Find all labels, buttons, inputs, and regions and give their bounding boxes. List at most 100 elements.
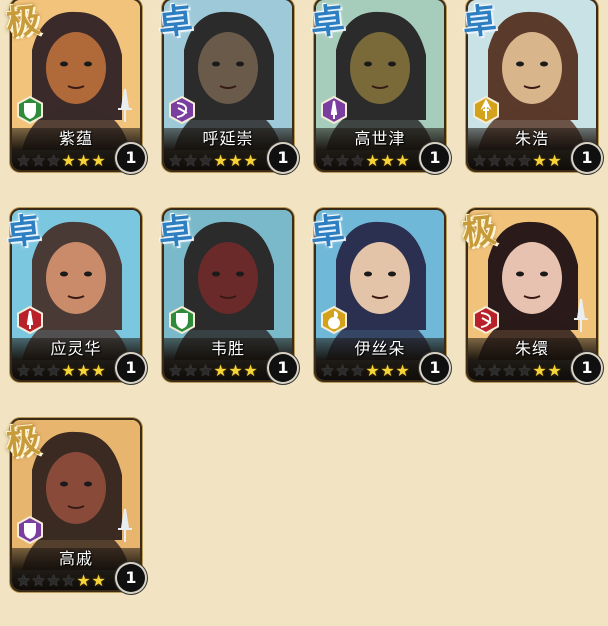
star-empty-icon: ★ xyxy=(168,361,183,380)
dagger-icon xyxy=(320,95,348,125)
hero-card[interactable]: 应灵华 ★★★★★★ 卓 1 xyxy=(4,210,145,394)
star-empty-icon: ★ xyxy=(46,571,61,590)
star-filled-icon: ★ xyxy=(61,151,76,170)
star-empty-icon: ★ xyxy=(517,361,532,380)
star-empty-icon: ★ xyxy=(320,361,335,380)
star-empty-icon: ★ xyxy=(502,361,517,380)
gourd-icon xyxy=(320,305,348,335)
star-empty-icon: ★ xyxy=(335,151,350,170)
star-empty-icon: ★ xyxy=(350,151,365,170)
star-empty-icon: ★ xyxy=(46,151,61,170)
hero-card[interactable]: 紫蕴 ★★★★★★ 极 1 xyxy=(4,0,145,184)
level-badge: 1 xyxy=(117,144,145,172)
level-badge: 1 xyxy=(421,354,449,382)
hero-card[interactable]: 韦胜 ★★★★★★ 卓 1 xyxy=(156,210,297,394)
hero-card[interactable]: 高戚 ★★★★★★ 极 1 xyxy=(4,420,145,604)
star-rating: ★★★★★★ xyxy=(320,151,410,170)
star-empty-icon: ★ xyxy=(61,571,76,590)
hero-card[interactable]: 朱缳 ★★★★★★ 极 1 xyxy=(460,210,601,394)
level-badge: 1 xyxy=(421,144,449,172)
star-filled-icon: ★ xyxy=(76,361,91,380)
star-empty-icon: ★ xyxy=(350,361,365,380)
star-rating: ★★★★★★ xyxy=(320,361,410,380)
star-filled-icon: ★ xyxy=(243,151,258,170)
sword-icon xyxy=(114,88,136,124)
star-empty-icon: ★ xyxy=(487,361,502,380)
tier-badge: 极 xyxy=(460,210,499,254)
sword-icon xyxy=(570,298,592,334)
star-filled-icon: ★ xyxy=(547,151,562,170)
hero-card[interactable]: 呼延崇 ★★★★★★ 卓 1 xyxy=(156,0,297,184)
spear-icon xyxy=(472,95,500,125)
star-filled-icon: ★ xyxy=(380,151,395,170)
star-empty-icon: ★ xyxy=(31,361,46,380)
star-filled-icon: ★ xyxy=(228,361,243,380)
star-filled-icon: ★ xyxy=(395,361,410,380)
level-badge: 1 xyxy=(117,354,145,382)
star-empty-icon: ★ xyxy=(198,361,213,380)
hero-card[interactable]: 朱浩 ★★★★★★ 卓 1 xyxy=(460,0,601,184)
star-empty-icon: ★ xyxy=(335,361,350,380)
tier-badge: 卓 xyxy=(156,0,195,44)
bow-icon xyxy=(168,95,196,125)
star-filled-icon: ★ xyxy=(395,151,410,170)
star-rating: ★★★★★★ xyxy=(168,361,258,380)
star-filled-icon: ★ xyxy=(91,361,106,380)
star-filled-icon: ★ xyxy=(365,151,380,170)
tier-badge: 卓 xyxy=(460,0,499,44)
level-badge: 1 xyxy=(269,144,297,172)
star-empty-icon: ★ xyxy=(472,361,487,380)
star-empty-icon: ★ xyxy=(502,151,517,170)
dagger-icon xyxy=(16,305,44,335)
sword-icon xyxy=(114,508,136,544)
bow-icon xyxy=(472,305,500,335)
star-rating: ★★★★★★ xyxy=(16,571,106,590)
star-rating: ★★★★★★ xyxy=(168,151,258,170)
star-filled-icon: ★ xyxy=(213,151,228,170)
star-empty-icon: ★ xyxy=(168,151,183,170)
star-empty-icon: ★ xyxy=(183,361,198,380)
tier-badge: 极 xyxy=(4,0,43,44)
hero-card[interactable]: 高世津 ★★★★★★ 卓 1 xyxy=(308,0,449,184)
star-filled-icon: ★ xyxy=(532,361,547,380)
star-filled-icon: ★ xyxy=(365,361,380,380)
star-filled-icon: ★ xyxy=(213,361,228,380)
star-filled-icon: ★ xyxy=(76,571,91,590)
star-empty-icon: ★ xyxy=(16,571,31,590)
level-badge: 1 xyxy=(573,144,601,172)
shield-icon xyxy=(16,95,44,125)
star-empty-icon: ★ xyxy=(320,151,335,170)
star-filled-icon: ★ xyxy=(91,151,106,170)
level-badge: 1 xyxy=(573,354,601,382)
shield-icon xyxy=(16,515,44,545)
hero-roster-grid: 紫蕴 ★★★★★★ 极 1 呼延崇 ★★★★★★ 卓 1 高世津 ★★★★★★ 卓 1 朱浩 ★★★★★★… xyxy=(0,0,608,626)
star-empty-icon: ★ xyxy=(31,151,46,170)
level-badge: 1 xyxy=(269,354,297,382)
star-empty-icon: ★ xyxy=(16,361,31,380)
star-filled-icon: ★ xyxy=(61,361,76,380)
star-filled-icon: ★ xyxy=(547,361,562,380)
star-empty-icon: ★ xyxy=(472,151,487,170)
star-filled-icon: ★ xyxy=(532,151,547,170)
tier-badge: 卓 xyxy=(156,210,195,254)
star-rating: ★★★★★★ xyxy=(472,151,562,170)
star-empty-icon: ★ xyxy=(16,151,31,170)
star-filled-icon: ★ xyxy=(91,571,106,590)
tier-badge: 卓 xyxy=(308,210,347,254)
tier-badge: 卓 xyxy=(4,210,43,254)
tier-badge: 极 xyxy=(4,420,43,464)
star-rating: ★★★★★★ xyxy=(16,151,106,170)
hero-card[interactable]: 伊丝朵 ★★★★★★ 卓 1 xyxy=(308,210,449,394)
tier-badge: 卓 xyxy=(308,0,347,44)
star-empty-icon: ★ xyxy=(517,151,532,170)
star-empty-icon: ★ xyxy=(46,361,61,380)
star-empty-icon: ★ xyxy=(31,571,46,590)
star-filled-icon: ★ xyxy=(228,151,243,170)
star-empty-icon: ★ xyxy=(183,151,198,170)
star-rating: ★★★★★★ xyxy=(472,361,562,380)
level-badge: 1 xyxy=(117,564,145,592)
star-rating: ★★★★★★ xyxy=(16,361,106,380)
star-filled-icon: ★ xyxy=(243,361,258,380)
star-empty-icon: ★ xyxy=(487,151,502,170)
star-empty-icon: ★ xyxy=(198,151,213,170)
